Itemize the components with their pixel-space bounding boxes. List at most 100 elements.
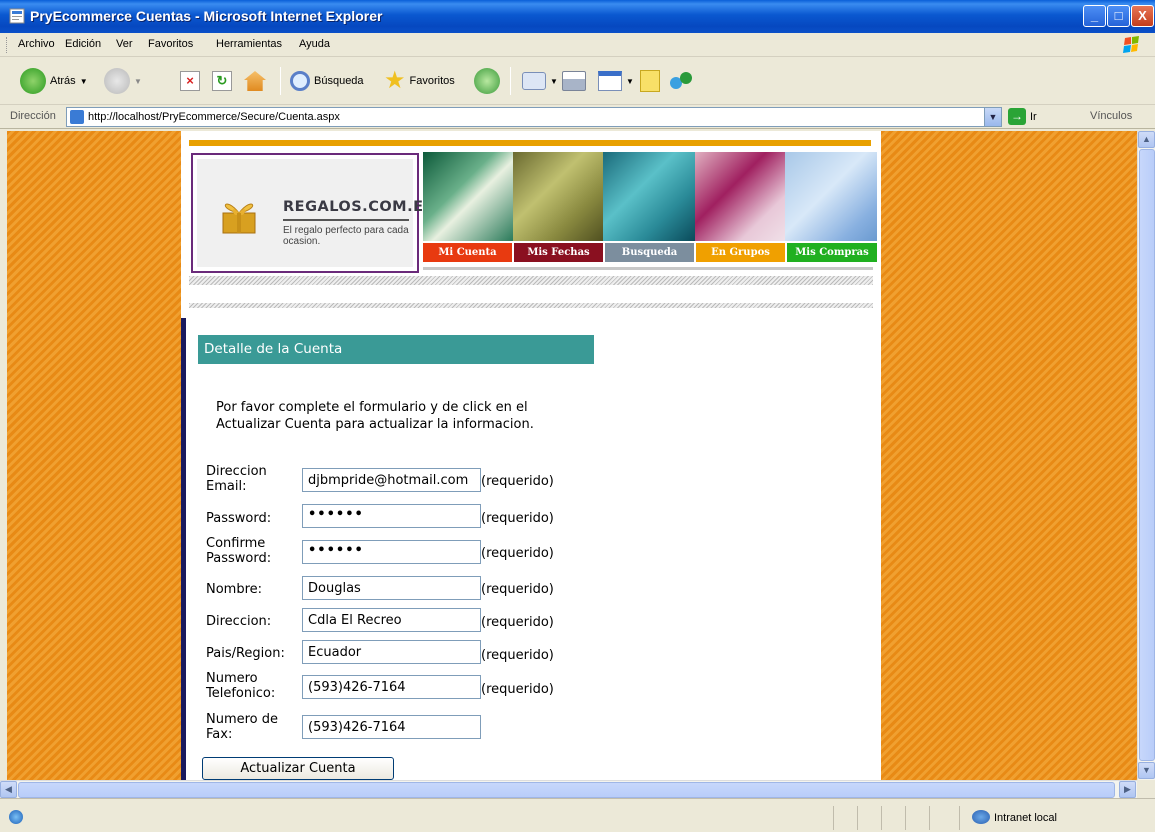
chevron-down-icon[interactable]: ▼ bbox=[984, 108, 1001, 126]
refresh-button[interactable]: ↻ bbox=[212, 66, 232, 96]
search-label: Búsqueda bbox=[314, 75, 364, 87]
home-icon bbox=[244, 71, 266, 91]
page-content: REGALOS.COM.EC El regalo perfecto para c… bbox=[181, 131, 881, 780]
scroll-up-icon[interactable]: ▲ bbox=[1138, 131, 1155, 148]
required-note: (requerido) bbox=[481, 474, 554, 489]
back-label: Atrás bbox=[50, 75, 76, 87]
hatch-divider bbox=[189, 303, 873, 308]
header-banner-image bbox=[423, 152, 877, 241]
scroll-down-icon[interactable]: ▼ bbox=[1138, 762, 1155, 779]
stop-button[interactable]: × bbox=[180, 66, 200, 96]
minimize-button[interactable]: _ bbox=[1083, 5, 1106, 27]
discuss-button[interactable] bbox=[640, 66, 660, 96]
telefono-label: Numero Telefonico: bbox=[206, 671, 276, 701]
history-button[interactable] bbox=[474, 66, 500, 96]
menu-herramientas[interactable]: Herramientas bbox=[216, 38, 282, 50]
gift-bow-icon bbox=[222, 203, 256, 234]
menu-ver[interactable]: Ver bbox=[116, 38, 133, 50]
fax-label: Numero de Fax: bbox=[206, 712, 279, 742]
links-button[interactable]: Vínculos bbox=[1090, 110, 1132, 122]
nav-mi-cuenta[interactable]: Mi Cuenta bbox=[423, 243, 512, 262]
mail-button[interactable]: ▼ bbox=[522, 66, 558, 96]
nav-mis-compras[interactable]: Mis Compras bbox=[787, 243, 877, 262]
menu-grip bbox=[6, 37, 9, 53]
print-button[interactable] bbox=[562, 66, 586, 96]
search-button[interactable]: Búsqueda bbox=[290, 66, 364, 96]
pais-region-label: Pais/Region: bbox=[206, 646, 285, 661]
form-instructions: Por favor complete el formulario y de cl… bbox=[216, 400, 534, 432]
address-label: Dirección bbox=[10, 110, 56, 122]
horizontal-scroll-thumb[interactable] bbox=[18, 782, 1115, 798]
chevron-down-icon: ▼ bbox=[79, 76, 88, 86]
home-button[interactable] bbox=[244, 66, 266, 96]
brand-name: REGALOS.COM.EC bbox=[283, 199, 435, 215]
menu-ayuda[interactable]: Ayuda bbox=[299, 38, 330, 50]
page-viewport: REGALOS.COM.EC El regalo perfecto para c… bbox=[7, 131, 1137, 780]
forward-arrow-icon bbox=[104, 68, 130, 94]
nav-tabs: Mi Cuenta Mis Fechas Busqueda En Grupos … bbox=[423, 243, 877, 262]
direccion-label: Direccion: bbox=[206, 614, 272, 629]
edit-button[interactable]: ▼ bbox=[598, 66, 634, 96]
section-header: Detalle de la Cuenta bbox=[198, 335, 594, 364]
close-button[interactable]: X bbox=[1131, 5, 1154, 27]
nav-busqueda[interactable]: Busqueda bbox=[605, 243, 694, 262]
vertical-scrollbar[interactable]: ▲ ▼ bbox=[1137, 131, 1155, 780]
required-note: (requerido) bbox=[481, 648, 554, 663]
refresh-icon: ↻ bbox=[212, 71, 232, 91]
hatch-divider bbox=[189, 276, 873, 285]
chevron-down-icon: ▼ bbox=[550, 76, 558, 86]
scroll-right-icon[interactable]: ▶ bbox=[1119, 781, 1136, 798]
menu-bar: Archivo Edición Ver Favoritos Herramient… bbox=[0, 33, 1155, 57]
ie-page-icon bbox=[9, 8, 25, 24]
address-input[interactable]: http://localhost/PryEcommerce/Secure/Cue… bbox=[66, 107, 1002, 127]
email-field[interactable]: djbmpride@hotmail.com bbox=[302, 468, 481, 492]
window-title: PryEcommerce Cuentas - Microsoft Interne… bbox=[30, 8, 383, 24]
required-note: (requerido) bbox=[481, 615, 554, 630]
favorites-button[interactable]: ★ Favoritos bbox=[384, 66, 455, 96]
stop-icon: × bbox=[180, 71, 200, 91]
toolbar: Atrás ▼ ▼ × ↻ Búsqueda ★ Favoritos ▼ ▼ bbox=[0, 57, 1155, 105]
chevron-down-icon: ▼ bbox=[626, 76, 634, 86]
required-note: (requerido) bbox=[481, 511, 554, 526]
pais-region-field[interactable]: Ecuador bbox=[302, 640, 481, 664]
ie-status-icon bbox=[9, 810, 23, 824]
nav-mis-fechas[interactable]: Mis Fechas bbox=[514, 243, 603, 262]
fax-field[interactable]: (593)426-7164 bbox=[302, 715, 481, 739]
printer-icon bbox=[562, 71, 586, 91]
update-account-button[interactable]: Actualizar Cuenta bbox=[202, 757, 394, 780]
vertical-scroll-thumb[interactable] bbox=[1139, 149, 1155, 761]
nombre-field[interactable]: Douglas bbox=[302, 576, 481, 600]
telefono-field[interactable]: (593)426-7164 bbox=[302, 675, 481, 699]
mail-icon bbox=[522, 72, 546, 90]
star-icon: ★ bbox=[384, 67, 406, 94]
search-icon bbox=[290, 71, 310, 91]
menu-edicion[interactable]: Edición bbox=[65, 38, 101, 50]
intranet-zone-icon bbox=[972, 810, 990, 824]
ie-page-icon bbox=[70, 110, 84, 124]
password-field[interactable]: •••••• bbox=[302, 504, 481, 528]
chevron-down-icon: ▼ bbox=[134, 76, 142, 86]
back-button[interactable]: Atrás ▼ bbox=[20, 66, 88, 96]
title-bar: PryEcommerce Cuentas - Microsoft Interne… bbox=[0, 0, 1155, 33]
menu-archivo[interactable]: Archivo bbox=[18, 38, 55, 50]
history-icon bbox=[474, 68, 500, 94]
left-accent-bar bbox=[181, 318, 186, 780]
nombre-label: Nombre: bbox=[206, 582, 263, 597]
direccion-field[interactable]: Cdla El Recreo bbox=[302, 608, 481, 632]
status-bar: Intranet local bbox=[0, 798, 1155, 832]
password-label: Password: bbox=[206, 511, 272, 526]
nav-en-grupos[interactable]: En Grupos bbox=[696, 243, 785, 262]
required-note: (requerido) bbox=[481, 582, 554, 597]
go-button[interactable]: → Ir bbox=[1008, 108, 1037, 125]
confirm-password-field[interactable]: •••••• bbox=[302, 540, 481, 564]
email-label: Direccion Email: bbox=[206, 464, 267, 494]
horizontal-scrollbar[interactable]: ◀ ▶ bbox=[0, 780, 1137, 798]
scroll-left-icon[interactable]: ◀ bbox=[0, 781, 17, 798]
messenger-button[interactable] bbox=[670, 66, 692, 96]
menu-favoritos[interactable]: Favoritos bbox=[148, 38, 193, 50]
go-label: Ir bbox=[1030, 110, 1037, 123]
forward-button[interactable]: ▼ bbox=[104, 66, 142, 96]
site-logo[interactable]: REGALOS.COM.EC El regalo perfecto para c… bbox=[191, 153, 434, 273]
maximize-button[interactable]: □ bbox=[1107, 5, 1130, 27]
security-zone-label: Intranet local bbox=[994, 812, 1057, 824]
